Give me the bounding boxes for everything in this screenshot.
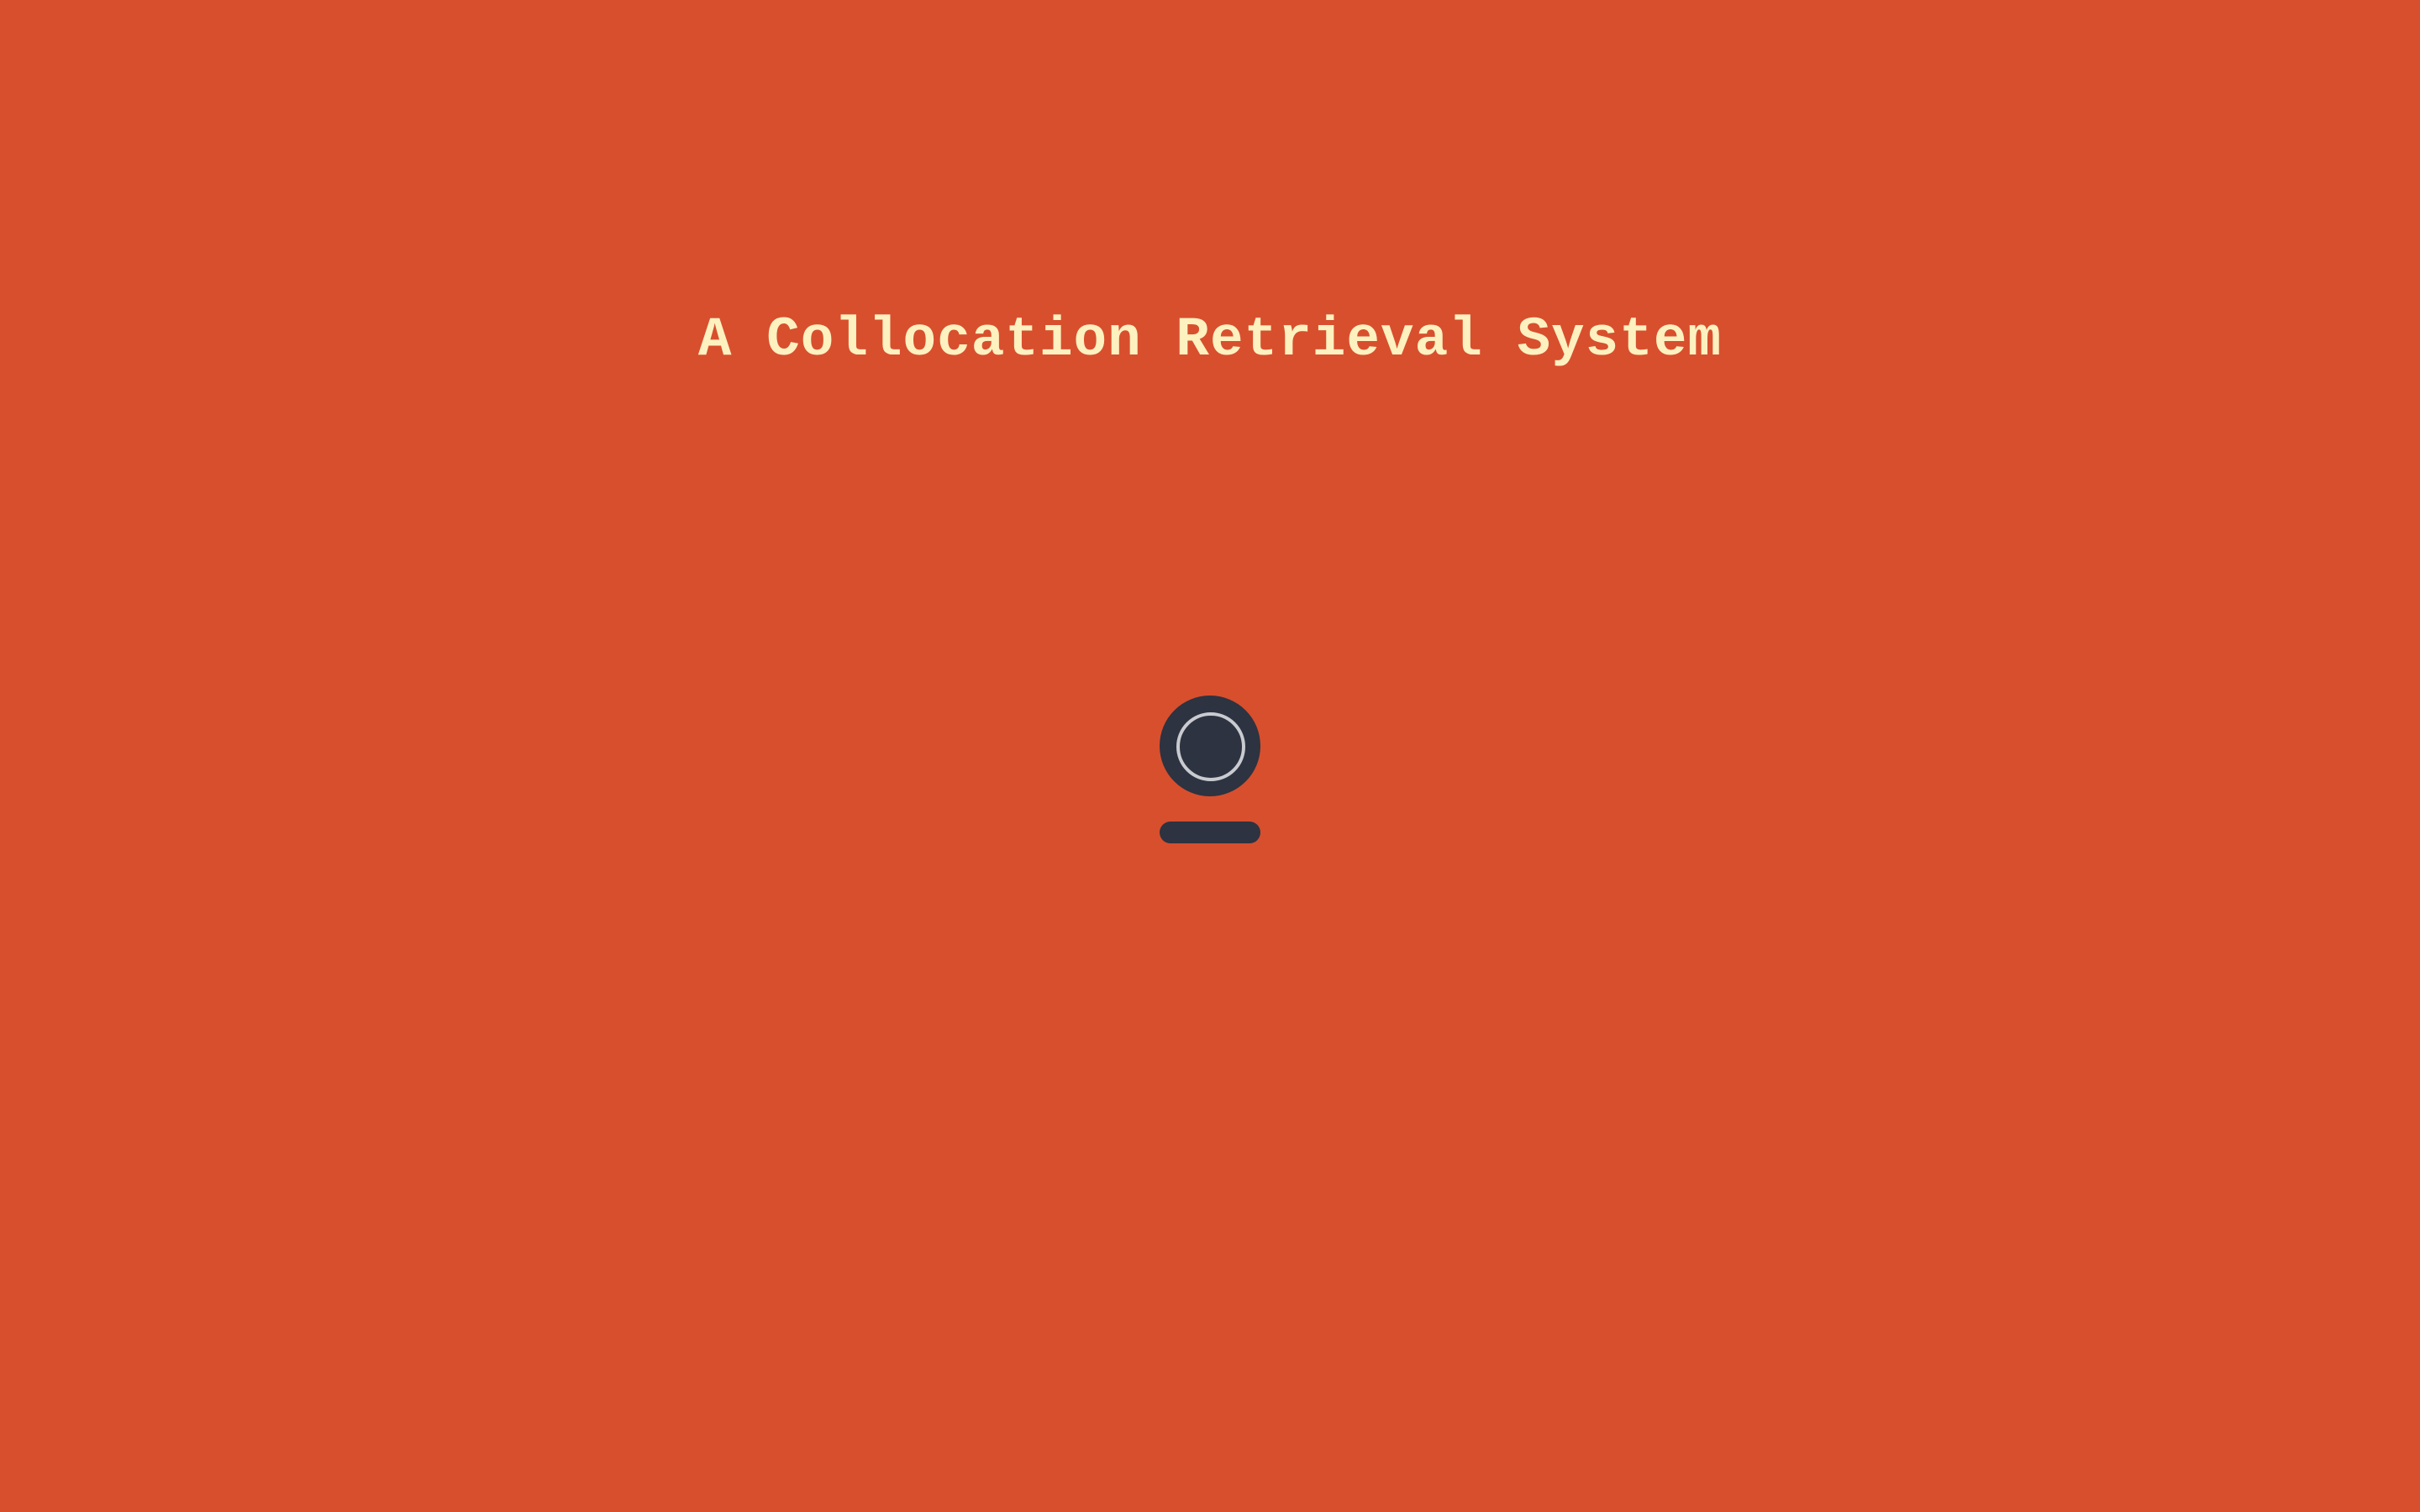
record-disc[interactable]	[1160, 696, 1260, 796]
record-ring	[1176, 712, 1245, 781]
landing-page: A Collocation Retrieval System	[0, 0, 2420, 1512]
record-underline-bar	[1160, 822, 1260, 843]
record-button-icon[interactable]	[1160, 696, 1260, 843]
page-title: A Collocation Retrieval System	[697, 308, 1723, 371]
